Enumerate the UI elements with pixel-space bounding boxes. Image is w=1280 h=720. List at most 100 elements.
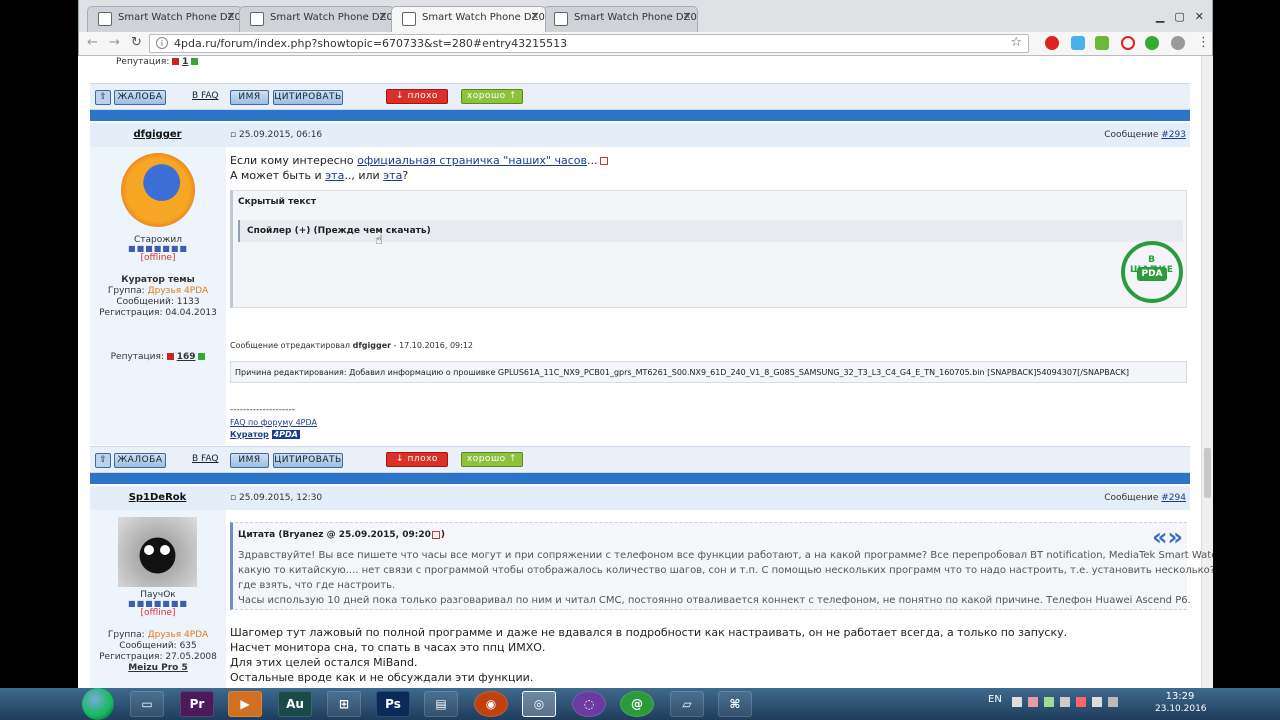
chrome-app-icon[interactable]: ◎ [522,691,556,717]
tray-icon[interactable] [1076,697,1086,707]
bad-vote-button[interactable]: ↓ плохо [386,452,448,467]
folder-app-icon[interactable]: ▱ [670,691,704,717]
close-icon[interactable]: ✕ [683,11,691,22]
author-sidebar: Старожил ■■■■■■■ [offline] Куратор темы … [90,147,226,445]
edited-note: Сообщение отредактировал dfgigger - 17.1… [230,341,474,350]
network-app-icon[interactable]: ⌘ [718,691,752,717]
quote-text: Здравствуйте! Вы все пишете что часы все… [238,550,1213,606]
faq-link[interactable]: В FAQ [192,454,218,464]
browser-app-icon[interactable]: ◉ [474,691,508,717]
tab-3-active[interactable]: Smart Watch Phone DZ0 ✕ [391,6,546,32]
explorer-app-icon[interactable]: ▤ [424,691,458,717]
name-button[interactable]: ИМЯ [230,453,269,468]
jump-to-quote-icon[interactable] [431,530,440,539]
tab-4[interactable]: Smart Watch Phone DZ0 ✕ [543,6,698,32]
minus-rep-icon[interactable] [172,58,180,65]
system-tray [1012,697,1122,720]
scroll-up-button[interactable]: ⇧ [95,90,111,105]
maximize-icon[interactable]: ▢ [1174,10,1184,23]
post-actions-row: ⇧ ЖАЛОБА В FAQ ИМЯ ЦИТИРОВАТЬ ↓ плохо хо… [90,83,1190,110]
complaint-button[interactable]: ЖАЛОБА [114,90,166,105]
name-button[interactable]: ИМЯ [230,90,269,105]
good-vote-button[interactable]: хорошо ↑ [461,89,523,104]
audition-app-icon[interactable]: Au [278,691,312,717]
signature-faq-link[interactable]: FAQ по форуму 4PDA [230,418,317,427]
tab-2[interactable]: Smart Watch Phone DZ0 ✕ [239,6,394,32]
post-text-line: Для этих целей остался MiBand. [230,656,418,669]
tray-icon[interactable] [1060,697,1070,707]
reload-icon[interactable]: ↻ [131,35,142,50]
post-actions-row: ⇧ ЖАЛОБА В FAQ ИМЯ ЦИТИРОВАТЬ ↓ плохо хо… [90,446,1190,473]
link-eta-1[interactable]: эта [325,169,344,182]
media-player-app-icon[interactable]: ▶ [228,691,262,717]
close-window-icon[interactable]: ✕ [1195,10,1204,23]
user-group: Группа: Друзья 4PDA [107,286,209,296]
author-name[interactable]: dfgigger [90,129,225,140]
tab-strip: Smart Watch Phone DZ0 ✕ Smart Watch Phone… [79,6,1212,32]
author-name[interactable]: Sp1DeRok [90,492,225,503]
terminal-app-icon[interactable]: ▭ [130,691,164,717]
official-page-link[interactable]: официальная страничка "наших" часов [357,154,587,167]
tab-title: Smart Watch Phone DZ0 [118,12,241,23]
external-link-icon[interactable] [599,157,608,165]
quote-button[interactable]: ЦИТИРОВАТЬ [273,453,343,468]
tray-icon[interactable] [1028,697,1038,707]
good-vote-button[interactable]: хорошо ↑ [461,452,523,467]
start-button[interactable] [82,688,114,720]
user-group: Группа: Друзья 4PDA [107,630,209,640]
post-number-link[interactable]: #294 [1161,493,1186,503]
app-icon[interactable]: ⊞ [327,691,361,717]
tab-title: Smart Watch Phone DZ0 [422,12,545,23]
link-eta-2[interactable]: эта [383,169,402,182]
bookmark-star-icon[interactable]: ☆ [1010,35,1022,50]
browser-chrome: Smart Watch Phone DZ0 ✕ Smart Watch Phone… [78,0,1213,56]
url-text: 4pda.ru/forum/index.php?showtopic=670733… [174,37,568,50]
extension-icon[interactable] [1171,36,1185,50]
minus-rep-icon[interactable] [166,353,174,360]
clock[interactable]: 13:29 23.10.2016 [1155,691,1207,720]
faq-link[interactable]: В FAQ [192,91,218,101]
close-icon[interactable]: ✕ [227,11,235,22]
scrollbar-thumb[interactable] [1204,448,1211,498]
url-input[interactable]: i 4pda.ru/forum/index.php?showtopic=6707… [149,34,1029,53]
tab-1[interactable]: Smart Watch Phone DZ0 ✕ [87,6,242,32]
post-date: ▫ 25.09.2015, 06:16 [230,130,323,140]
forward-icon[interactable]: → [109,35,120,50]
back-icon[interactable]: ← [87,35,98,50]
mail-app-icon[interactable]: @ [620,691,654,717]
post-text-line: Остальные вроде как и не обсуждали эти ф… [230,671,534,684]
quote-button[interactable]: ЦИТИРОВАТЬ [273,90,343,105]
rep-value[interactable]: 1 [182,57,188,67]
post-divider [90,110,1190,121]
plus-rep-icon[interactable] [198,353,206,360]
viber-app-icon[interactable]: ◌ [572,691,606,717]
page-icon [98,12,112,26]
adblock-icon[interactable] [1045,36,1059,50]
info-icon[interactable]: i [156,37,168,49]
premiere-app-icon[interactable]: Pr [180,691,214,717]
plus-rep-icon[interactable] [191,58,199,65]
post-number-link[interactable]: #293 [1161,130,1186,140]
tray-icon[interactable] [1012,697,1022,707]
video-letterbox-right [1213,0,1280,688]
minimize-icon[interactable]: ▁ [1156,10,1164,23]
calculator-icon[interactable] [1071,36,1085,50]
post-divider [90,473,1190,484]
opera-icon[interactable] [1121,36,1135,50]
download-icon[interactable] [1095,36,1109,50]
close-icon[interactable]: ✕ [379,11,387,22]
photoshop-app-icon[interactable]: Ps [376,691,410,717]
security-icon[interactable] [1145,36,1159,50]
scroll-up-button[interactable]: ⇧ [95,453,111,468]
quote-mark-icon: «» [1151,523,1183,551]
rep-value[interactable]: 169 [177,352,196,362]
close-icon[interactable]: ✕ [531,11,539,22]
complaint-button[interactable]: ЖАЛОБА [114,453,166,468]
volume-icon[interactable] [1108,697,1118,707]
language-indicator[interactable]: EN [988,694,1002,720]
menu-icon[interactable]: ⋮ [1197,35,1210,50]
tray-icon[interactable] [1044,697,1054,707]
tray-icon[interactable] [1092,697,1102,707]
bad-vote-button[interactable]: ↓ плохо [386,89,448,104]
post-number: Сообщение #294 [1104,493,1186,503]
